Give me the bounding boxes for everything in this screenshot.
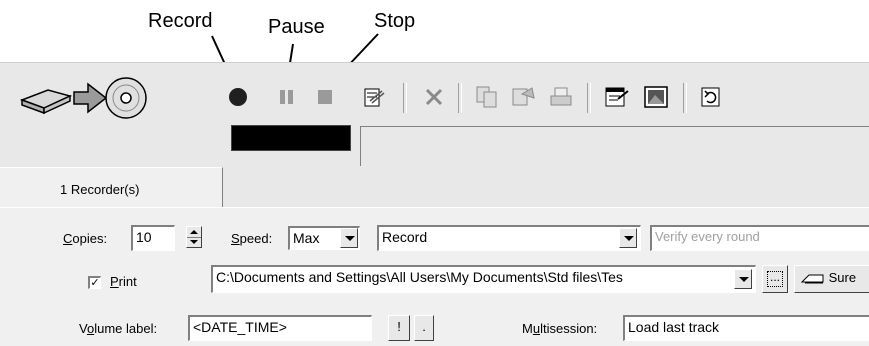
mode-dropdown-button[interactable] [619,228,637,248]
browse-label: ... [767,271,783,287]
delete-icon[interactable] [423,86,445,108]
status-indicator [231,125,351,151]
tab-label: 1 Recorder(s) [60,182,140,197]
copies-input[interactable]: 10 [131,225,175,251]
copy-icon[interactable] [474,84,500,110]
multisession-label: Multisession: [522,321,598,336]
dot-button[interactable]: . [414,315,434,341]
sure-icon [800,274,824,284]
drive-to-disc-icon [19,77,147,119]
insert-variable-button[interactable]: ! [388,315,410,341]
print-label: Print [110,274,137,289]
print-icon[interactable] [549,86,573,108]
mode-select[interactable]: Record [377,225,641,251]
volume-label: Volume label: [79,321,158,336]
copies-label: Copies: [63,231,108,246]
verify-select: Verify every round [650,225,869,251]
speed-label: Speed: [231,231,273,246]
sure-label: Sure [828,270,857,285]
duplicate-icon[interactable] [510,84,536,110]
toolbar-separator [458,83,462,113]
multisession-select[interactable]: Load last track [623,315,869,341]
volume-input[interactable]: <DATE_TIME> [188,315,372,341]
refresh-icon[interactable] [699,85,723,109]
toolbar-separator [683,83,687,113]
print-path-dropdown-button[interactable] [734,269,752,289]
progress-field [360,126,869,167]
stop-icon[interactable] [316,89,334,105]
properties-icon[interactable] [604,85,630,109]
browse-button[interactable]: ... [762,265,788,293]
speed-dropdown-button[interactable] [340,228,358,248]
copies-stepper[interactable] [186,226,202,248]
print-path-select[interactable]: C:\Documents and Settings\All Users\My D… [211,265,756,293]
toolbar-separator [403,83,407,113]
erase-icon[interactable] [362,85,386,109]
toolbar-separator [587,83,591,113]
record-icon[interactable] [228,87,248,107]
pause-icon[interactable] [278,89,296,105]
monitor-icon[interactable] [643,85,669,109]
print-checkbox[interactable]: ✓ [88,276,101,289]
sure-button[interactable]: Sure [794,265,869,293]
tab-recorders[interactable]: 1 Recorder(s) [0,167,223,208]
